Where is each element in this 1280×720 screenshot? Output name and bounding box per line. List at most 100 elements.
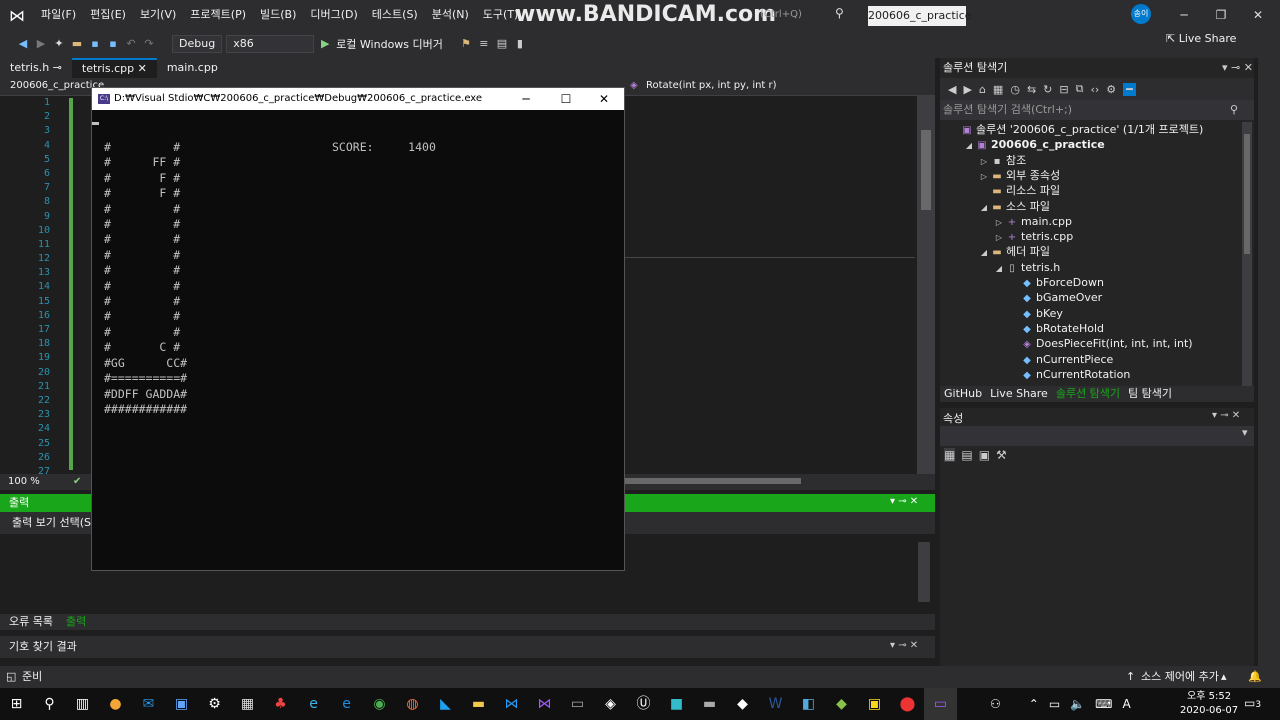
scroll-thumb[interactable] xyxy=(921,130,931,210)
notification-icon[interactable]: 🔔 xyxy=(1248,666,1262,688)
app-icon-5[interactable]: ■ xyxy=(660,688,693,720)
menu-item[interactable]: 빌드(B) xyxy=(253,0,303,30)
undo-icon[interactable]: ↶ xyxy=(124,37,138,51)
collapse-all-icon[interactable]: ⊟ xyxy=(1059,83,1068,96)
file-explorer-icon[interactable]: ▬ xyxy=(462,688,495,720)
switch-view-icon[interactable]: ▦ xyxy=(993,83,1003,96)
preview-icon[interactable]: ━ xyxy=(1123,82,1136,96)
app-icon-1[interactable]: ● xyxy=(99,688,132,720)
history-icon[interactable]: ◷ xyxy=(1010,83,1020,96)
tree-item[interactable]: ◈ DoesPieceFit(int, int, int, int) xyxy=(940,336,1254,351)
tab-solution-explorer[interactable]: 솔루션 탐색기 xyxy=(1052,386,1124,402)
refresh-icon[interactable]: ↻ xyxy=(1043,83,1052,96)
start-debug-button[interactable]: 로컬 Windows 디버거 xyxy=(336,36,443,52)
chevron-up-icon[interactable]: ⌃ xyxy=(1029,688,1039,720)
edge-legacy-icon[interactable]: e xyxy=(297,688,330,720)
app-icon-2[interactable]: ♣ xyxy=(264,688,297,720)
pin-icon[interactable]: ⊸ xyxy=(53,61,62,74)
menu-item[interactable]: 편집(E) xyxy=(83,0,133,30)
start-debug-icon[interactable]: ▶ xyxy=(318,37,332,51)
find-symbol-results-header[interactable]: 기호 찾기 결과 xyxy=(0,636,935,658)
editor-scrollbar[interactable] xyxy=(917,96,935,474)
chevron-up-icon[interactable]: ▴ xyxy=(1221,666,1227,688)
vscode-icon[interactable]: ⋈ xyxy=(495,688,528,720)
tab-team-explorer[interactable]: 팀 탐색기 xyxy=(1124,386,1176,402)
properties-icon[interactable]: ⚙ xyxy=(1106,83,1116,96)
tree-item[interactable]: ▬ 리소스 파일 xyxy=(940,183,1254,198)
scroll-thumb[interactable] xyxy=(1244,134,1250,254)
ime-icon[interactable]: A xyxy=(1122,688,1130,720)
scroll-thumb[interactable] xyxy=(625,478,801,484)
tree-item[interactable]: ▷ ▪ 참조 xyxy=(940,153,1254,168)
menu-item[interactable]: 프로젝트(P) xyxy=(183,0,253,30)
expand-arrow-icon[interactable]: ▷ xyxy=(993,230,1005,245)
word-icon[interactable]: W xyxy=(759,688,792,720)
windows-start-icon[interactable]: ⊞ xyxy=(0,688,33,720)
console-taskbar-icon[interactable]: ▭ xyxy=(924,688,957,720)
show-all-files-icon[interactable]: ⧉ xyxy=(1076,82,1084,96)
mail-icon[interactable]: ✉ xyxy=(132,688,165,720)
minimize-button[interactable]: ─ xyxy=(1166,0,1202,30)
people-icon[interactable]: ⚇ xyxy=(990,688,1001,720)
solution-search-input[interactable]: 솔루션 탐색기 검색(Ctrl+;) ⚲ xyxy=(940,100,1254,120)
tree-item[interactable]: ◆ bKey xyxy=(940,306,1254,321)
edge-icon[interactable]: e xyxy=(330,688,363,720)
calculator-icon[interactable]: ▦ xyxy=(231,688,264,720)
unity-icon[interactable]: ◈ xyxy=(594,688,627,720)
console-maximize-button[interactable]: ☐ xyxy=(546,88,586,110)
property-pages-icon[interactable]: ▣ xyxy=(979,448,990,462)
maximize-button[interactable]: ❐ xyxy=(1203,0,1239,30)
app-icon-10[interactable]: ▣ xyxy=(858,688,891,720)
expand-arrow-icon[interactable]: ▷ xyxy=(978,169,990,184)
collapse-arrow-icon[interactable]: ◢ xyxy=(978,245,990,260)
close-button[interactable]: ✕ xyxy=(1240,0,1276,30)
search-icon[interactable]: ⚲ xyxy=(835,6,844,20)
save-all-icon[interactable]: ▪ xyxy=(106,37,120,51)
search-icon[interactable]: ⚲ xyxy=(33,688,66,720)
menu-item[interactable]: 분석(N) xyxy=(425,0,476,30)
firefox-icon[interactable]: ◍ xyxy=(396,688,429,720)
unreal-icon[interactable]: Ⓤ xyxy=(627,688,660,720)
panel-options-icon[interactable]: ▾ ⊸ ✕ xyxy=(890,640,918,651)
app-icon-4[interactable]: ▭ xyxy=(561,688,594,720)
menu-item[interactable]: 보기(V) xyxy=(133,0,183,30)
source-control-icon[interactable]: ↑ xyxy=(1126,666,1135,688)
collapse-arrow-icon[interactable]: ◢ xyxy=(993,261,1005,276)
menu-item[interactable]: 디버그(D) xyxy=(303,0,364,30)
panel-options-icon[interactable]: ▾ ⊸ ✕ xyxy=(1222,58,1253,78)
settings-icon[interactable]: ⚙ xyxy=(198,688,231,720)
source-control-button[interactable]: 소스 제어에 추가 xyxy=(1141,666,1219,688)
app-icon-9[interactable]: ◆ xyxy=(825,688,858,720)
app-icon-3[interactable]: ◣ xyxy=(429,688,462,720)
visual-studio-icon[interactable]: ⋈ xyxy=(528,688,561,720)
redo-icon[interactable]: ↷ xyxy=(142,37,156,51)
tree-item[interactable]: ◢ ▯ tetris.h xyxy=(940,260,1254,275)
menu-item[interactable]: 파일(F) xyxy=(34,0,83,30)
forward-icon[interactable]: ▶ xyxy=(34,37,48,51)
tab-tetris-h[interactable]: tetris.h ⊸ xyxy=(0,58,72,78)
avatar[interactable]: 송이 xyxy=(1131,4,1151,24)
tab-output[interactable]: 출력 xyxy=(62,614,90,630)
home-icon[interactable]: ⌂ xyxy=(979,83,986,96)
properties-object-selector[interactable]: ▾ xyxy=(940,426,1254,446)
action-center-icon[interactable]: ▭3 xyxy=(1244,696,1261,710)
tree-item[interactable]: ▷ + main.cpp xyxy=(940,214,1254,229)
bandicam-icon[interactable]: ⬤ xyxy=(891,688,924,720)
project-dropdown[interactable]: 200606_c_practice xyxy=(10,80,104,91)
back-icon[interactable]: ◀ xyxy=(948,83,956,96)
task-view-icon[interactable]: ▥ xyxy=(66,688,99,720)
menu-item[interactable]: 테스트(S) xyxy=(365,0,425,30)
tab-live-share[interactable]: Live Share xyxy=(986,386,1052,402)
tree-item[interactable]: ◢ ▬ 헤더 파일 xyxy=(940,244,1254,259)
collapse-arrow-icon[interactable]: ◢ xyxy=(963,138,975,153)
app-icon-8[interactable]: ◧ xyxy=(792,688,825,720)
collapse-arrow-icon[interactable]: ◢ xyxy=(978,200,990,215)
zoom-level[interactable]: 100 % xyxy=(8,476,40,487)
tree-item[interactable]: ◢ ▬ 소스 파일 xyxy=(940,199,1254,214)
output-scrollbar[interactable] xyxy=(918,542,930,602)
horizontal-scrollbar[interactable] xyxy=(625,474,915,488)
bookmark-icon[interactable]: ▮ xyxy=(513,37,527,51)
categorized-icon[interactable]: ▦ xyxy=(944,448,956,462)
panel-options-icon[interactable]: ▾ ⊸ ✕ xyxy=(890,496,918,507)
panel-options-icon[interactable]: ▾ ⊸ ✕ xyxy=(1212,410,1240,421)
